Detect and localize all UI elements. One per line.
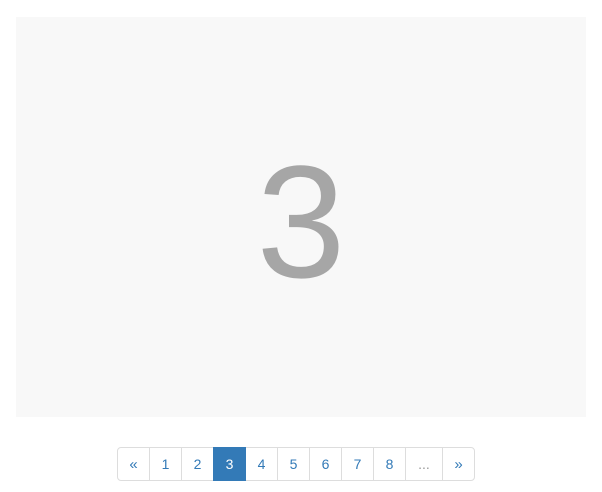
page-5-button[interactable]: 5 [277,447,310,481]
page-2-button[interactable]: 2 [181,447,214,481]
pagination: « 1 2 3 4 5 6 7 8 ... » [117,447,475,481]
carousel-slide: 3 [16,17,586,417]
pagination-ellipsis: ... [405,447,443,481]
page-6-button[interactable]: 6 [309,447,342,481]
page-1-button[interactable]: 1 [149,447,182,481]
slide-number: 3 [256,132,346,311]
page-3-button[interactable]: 3 [213,447,246,481]
carousel-page: 3 « 1 2 3 4 5 6 7 8 ... » [0,0,602,492]
prev-page-button[interactable]: « [117,447,150,481]
page-4-button[interactable]: 4 [245,447,278,481]
page-8-button[interactable]: 8 [373,447,406,481]
page-7-button[interactable]: 7 [341,447,374,481]
next-page-button[interactable]: » [442,447,475,481]
